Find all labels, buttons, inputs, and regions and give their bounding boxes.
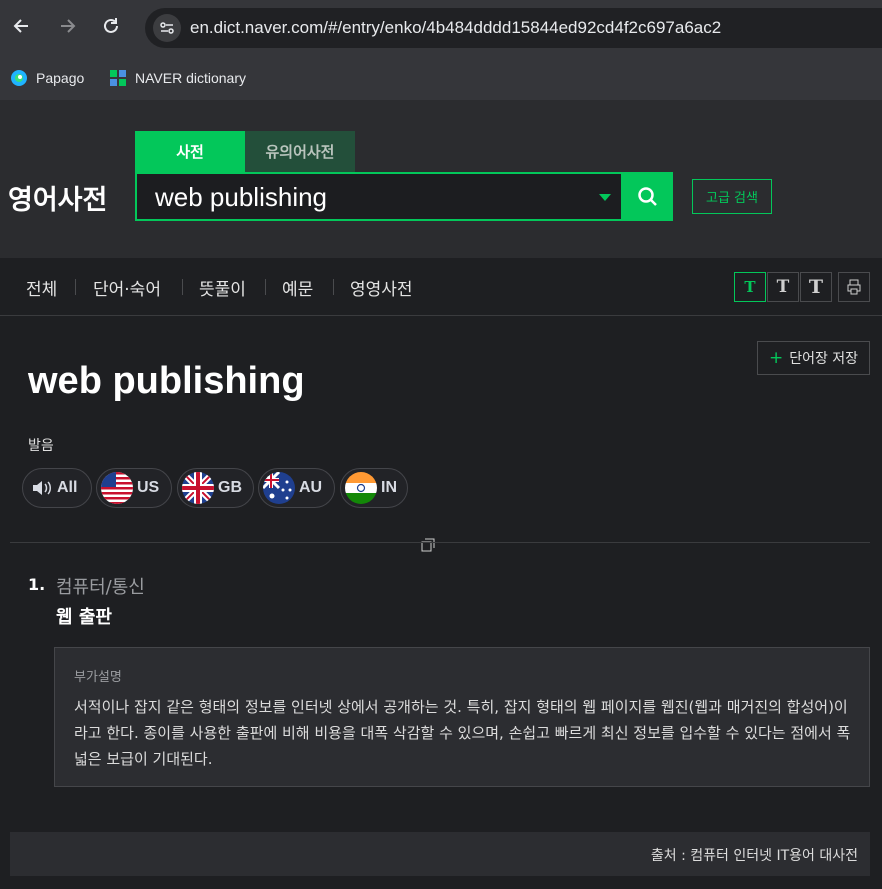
bookmarks-bar: Papago NAVER dictionary [0, 55, 882, 100]
tab-synonyms[interactable]: 유의어사전 [245, 131, 355, 172]
pronunciation-label: All [57, 479, 78, 496]
pronunciation-au-button[interactable]: AU [258, 468, 335, 508]
search-icon [638, 186, 657, 206]
speaker-icon [33, 481, 51, 495]
url-text: en.dict.naver.com/#/entry/enko/4b484dddd… [190, 18, 722, 37]
divider [333, 279, 334, 295]
pronunciation-all-button[interactable]: All [22, 468, 92, 508]
nav-item-english-dictionary[interactable]: 영영사전 [350, 275, 413, 300]
save-to-wordbook-button[interactable]: + 단어장 저장 [757, 341, 870, 375]
divider [182, 279, 183, 295]
back-arrow-icon [13, 19, 28, 33]
pronunciation-label: 발음 [28, 438, 54, 454]
australia-flag-icon [263, 472, 295, 504]
address-bar[interactable]: en.dict.naver.com/#/entry/enko/4b484dddd… [145, 8, 882, 48]
pronunciation-label: US [137, 479, 160, 496]
extra-title: 부가설명 [74, 670, 122, 685]
forward-button[interactable] [53, 12, 81, 40]
meaning-text: 웹 출판 [56, 607, 112, 628]
divider [10, 542, 870, 543]
bookmark-label: NAVER dictionary [135, 70, 247, 86]
nav-item-all[interactable]: 전체 [26, 275, 57, 300]
us-flag-icon [101, 472, 133, 504]
nav-item-words[interactable]: 단어·숙어 [93, 275, 161, 300]
extra-body: 서적이나 잡지 같은 형태의 정보를 인터넷 상에서 공개하는 것. 특히, 잡… [74, 698, 851, 768]
naver-dictionary-icon [110, 70, 126, 86]
search-button[interactable] [623, 172, 673, 221]
divider [265, 279, 266, 295]
meaning-category: 컴퓨터/통신 [56, 577, 145, 598]
pronunciation-label: AU [299, 479, 323, 496]
pronunciation-us-button[interactable]: US [96, 468, 172, 508]
search-box [135, 172, 623, 221]
pronunciation-in-button[interactable]: IN [340, 468, 408, 508]
bookmark-naver-dictionary[interactable]: NAVER dictionary [109, 65, 246, 91]
search-input[interactable] [155, 182, 575, 212]
nav-item-examples[interactable]: 예문 [282, 275, 313, 300]
pronunciation-label: IN [381, 479, 397, 496]
advanced-search-button[interactable]: 고급 검색 [692, 179, 772, 214]
bookmark-label: Papago [36, 70, 85, 86]
divider [75, 279, 76, 295]
uk-flag-icon [182, 472, 214, 504]
pronunciation-gb-button[interactable]: GB [177, 468, 254, 508]
browser-toolbar: en.dict.naver.com/#/entry/enko/4b484dddd… [0, 0, 882, 55]
india-flag-icon [345, 472, 377, 504]
plus-icon: + [768, 348, 784, 368]
section-nav: 전체 단어·숙어 뜻풀이 예문 영영사전 T T T [0, 258, 882, 552]
reload-button[interactable] [97, 12, 125, 40]
save-label: 단어장 저장 [789, 351, 859, 367]
dropdown-arrow-icon[interactable] [599, 194, 611, 201]
bookmark-papago[interactable]: Papago [10, 65, 84, 91]
meaning-number: 1. [28, 575, 46, 594]
additional-explanation: 부가설명 서적이나 잡지 같은 형태의 정보를 인터넷 상에서 공개하는 것. … [54, 647, 870, 787]
reload-icon [104, 18, 118, 33]
print-button[interactable] [838, 272, 870, 302]
back-button[interactable] [8, 12, 36, 40]
headword: web publishing [28, 360, 305, 402]
pronunciation-label: GB [218, 479, 242, 496]
forward-arrow-icon [61, 19, 76, 33]
dictionary-header: 영어사전 사전 유의어사전 고급 검색 [0, 100, 882, 258]
source-text[interactable]: 출처 : 컴퓨터 인터넷 IT용어 대사전 [651, 845, 858, 865]
source-bar: 출처 : 컴퓨터 인터넷 IT용어 대사전 [10, 832, 870, 876]
print-icon [847, 279, 861, 295]
font-size-large-button[interactable]: T [800, 272, 832, 302]
external-link-icon[interactable] [421, 538, 435, 552]
papago-icon [11, 70, 27, 86]
font-size-small-button[interactable]: T [734, 272, 766, 302]
font-size-medium-button[interactable]: T [767, 272, 799, 302]
nav-item-meanings[interactable]: 뜻풀이 [199, 275, 246, 300]
site-info-icon[interactable] [153, 14, 181, 42]
logo[interactable]: 영어사전 [8, 178, 107, 217]
tab-dictionary[interactable]: 사전 [135, 131, 245, 172]
